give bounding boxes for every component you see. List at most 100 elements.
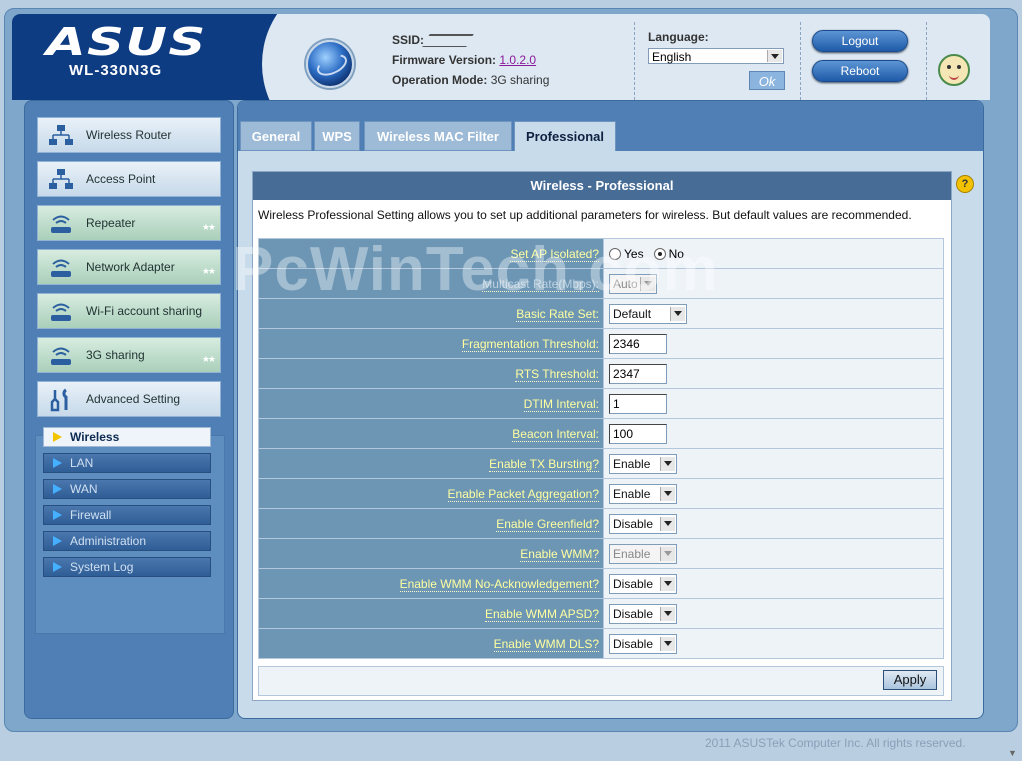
scroll-down-icon[interactable]: ▼ [1008, 748, 1018, 758]
field-label: Beacon Interval: [258, 418, 604, 449]
submenu-label: System Log [70, 560, 134, 574]
multicast-rate-select[interactable]: Auto [609, 273, 657, 294]
tab-bar: General WPS Wireless MAC Filter Professi… [238, 101, 983, 151]
rts-threshold-label: RTS Threshold: [515, 366, 599, 382]
field-value: Auto [603, 268, 944, 299]
firmware-label: Firmware Version: [392, 53, 497, 67]
stars-icon: ★★ [201, 266, 216, 276]
select-value: Disable [613, 636, 654, 651]
asus-logo: ASUS [46, 20, 207, 64]
submenu-item-administration[interactable]: Administration [43, 531, 211, 551]
beacon-interval-input[interactable]: 100 [609, 423, 667, 444]
help-icon[interactable]: ? [956, 175, 974, 193]
wmm-dls-select[interactable]: Disable [609, 633, 677, 654]
reboot-button[interactable]: Reboot [812, 60, 908, 82]
sidebar-item-access-point[interactable]: Access Point [37, 161, 221, 197]
field-value: Enable [603, 448, 944, 479]
select-value: Enable [613, 486, 651, 501]
sidebar-item-3g-sharing[interactable]: 3G sharing ★★ [37, 337, 221, 373]
sidebar-item-advanced-setting[interactable]: Advanced Setting [37, 381, 221, 417]
tab-wireless-mac-filter[interactable]: Wireless MAC Filter [364, 121, 512, 151]
firmware-link[interactable]: 1.0.2.0 [499, 53, 536, 67]
sidebar-item-repeater[interactable]: Repeater ★★ [37, 205, 221, 241]
chevron-down-icon[interactable] [660, 576, 675, 591]
chevron-down-icon[interactable] [660, 456, 675, 471]
sidebar-item-label: Access Point [86, 172, 156, 186]
tab-professional[interactable]: Professional [514, 121, 616, 151]
avatar[interactable] [938, 54, 970, 86]
table-row: Enable Greenfield? Disable [258, 508, 944, 539]
ap-isolated-no-radio[interactable] [653, 248, 666, 261]
field-label: Set AP Isolated? [258, 238, 604, 269]
field-value: Enable [603, 538, 944, 569]
greenfield-select[interactable]: Disable [609, 513, 677, 534]
packet-aggregation-label: Enable Packet Aggregation? [447, 486, 599, 502]
language-select[interactable]: English [648, 48, 784, 64]
frag-threshold-input[interactable]: 2346 [609, 333, 667, 354]
rts-threshold-input[interactable]: 2347 [609, 363, 667, 384]
field-value: 1 [603, 388, 944, 419]
dtim-interval-input[interactable]: 1 [609, 393, 667, 414]
language-value: English [652, 50, 692, 64]
submenu-item-firewall[interactable]: Firewall [43, 505, 211, 525]
sidebar-item-wifi-account-sharing[interactable]: Wi-Fi account sharing [37, 293, 221, 329]
field-value: Enable [603, 478, 944, 509]
sidebar-item-network-adapter[interactable]: Network Adapter ★★ [37, 249, 221, 285]
wmm-apsd-select[interactable]: Disable [609, 603, 677, 624]
select-value: Disable [613, 606, 654, 621]
tab-general[interactable]: General [240, 121, 312, 151]
main-content: General WPS Wireless MAC Filter Professi… [237, 100, 984, 719]
chevron-down-icon[interactable] [670, 306, 685, 321]
stars-icon: ★★ [201, 354, 216, 364]
network-icon [49, 125, 73, 145]
panel-description: Wireless Professional Setting allows you… [258, 208, 912, 222]
wifi-device-icon [51, 259, 71, 277]
field-value: 2346 [603, 328, 944, 359]
chevron-down-icon[interactable] [767, 50, 782, 62]
submenu-item-wan[interactable]: WAN [43, 479, 211, 499]
arrow-right-icon [53, 510, 62, 520]
wmm-select[interactable]: Enable [609, 543, 677, 564]
table-row: Multicast Rate(Mbps): Auto [258, 268, 944, 299]
device-info: SSID: Firmware Version: 1.0.2.0 Operatio… [392, 30, 549, 90]
wmm-noack-select[interactable]: Disable [609, 573, 677, 594]
language-label: Language: [648, 30, 709, 44]
chevron-down-icon[interactable] [660, 636, 675, 651]
submenu-item-system-log[interactable]: System Log [43, 557, 211, 577]
sidebar-item-label: 3G sharing [86, 348, 145, 362]
chevron-down-icon[interactable] [660, 516, 675, 531]
tab-wps[interactable]: WPS [314, 121, 360, 151]
chevron-down-icon[interactable] [660, 606, 675, 621]
chevron-down-icon[interactable] [640, 276, 655, 291]
ap-isolated-label: Set AP Isolated? [510, 246, 599, 262]
language-box: Language: English Ok [648, 30, 785, 90]
header-divider [634, 22, 636, 100]
field-value: Disable [603, 508, 944, 539]
basic-rate-set-select[interactable]: Default [609, 303, 687, 324]
arrow-right-icon [53, 536, 62, 546]
field-value: 100 [603, 418, 944, 449]
settings-panel: Wireless - Professional Wireless Profess… [252, 171, 952, 701]
opmode-label: Operation Mode: [392, 73, 488, 87]
logout-button[interactable]: Logout [812, 30, 908, 52]
submenu-label: Wireless [70, 430, 120, 444]
field-value: Disable [603, 628, 944, 659]
header-divider [926, 22, 928, 100]
tx-bursting-select[interactable]: Enable [609, 453, 677, 474]
language-ok-button[interactable]: Ok [749, 71, 785, 90]
submenu-label: Firewall [70, 508, 112, 522]
packet-aggregation-select[interactable]: Enable [609, 483, 677, 504]
sidebar-item-label: Advanced Setting [86, 392, 181, 406]
multicast-rate-label: Multicast Rate(Mbps): [482, 276, 599, 292]
sidebar-item-wireless-router[interactable]: Wireless Router [37, 117, 221, 153]
chevron-down-icon[interactable] [660, 486, 675, 501]
table-row: Enable WMM DLS? Disable [258, 628, 944, 659]
submenu-item-lan[interactable]: LAN [43, 453, 211, 473]
submenu-item-wireless[interactable]: Wireless [43, 427, 211, 447]
wifi-device-icon [51, 347, 71, 365]
apply-button[interactable]: Apply [883, 670, 937, 690]
ap-isolated-yes-radio[interactable] [609, 248, 621, 261]
chevron-down-icon[interactable] [660, 546, 675, 561]
wmm-apsd-label: Enable WMM APSD? [484, 606, 599, 622]
submenu-label: WAN [70, 482, 98, 496]
